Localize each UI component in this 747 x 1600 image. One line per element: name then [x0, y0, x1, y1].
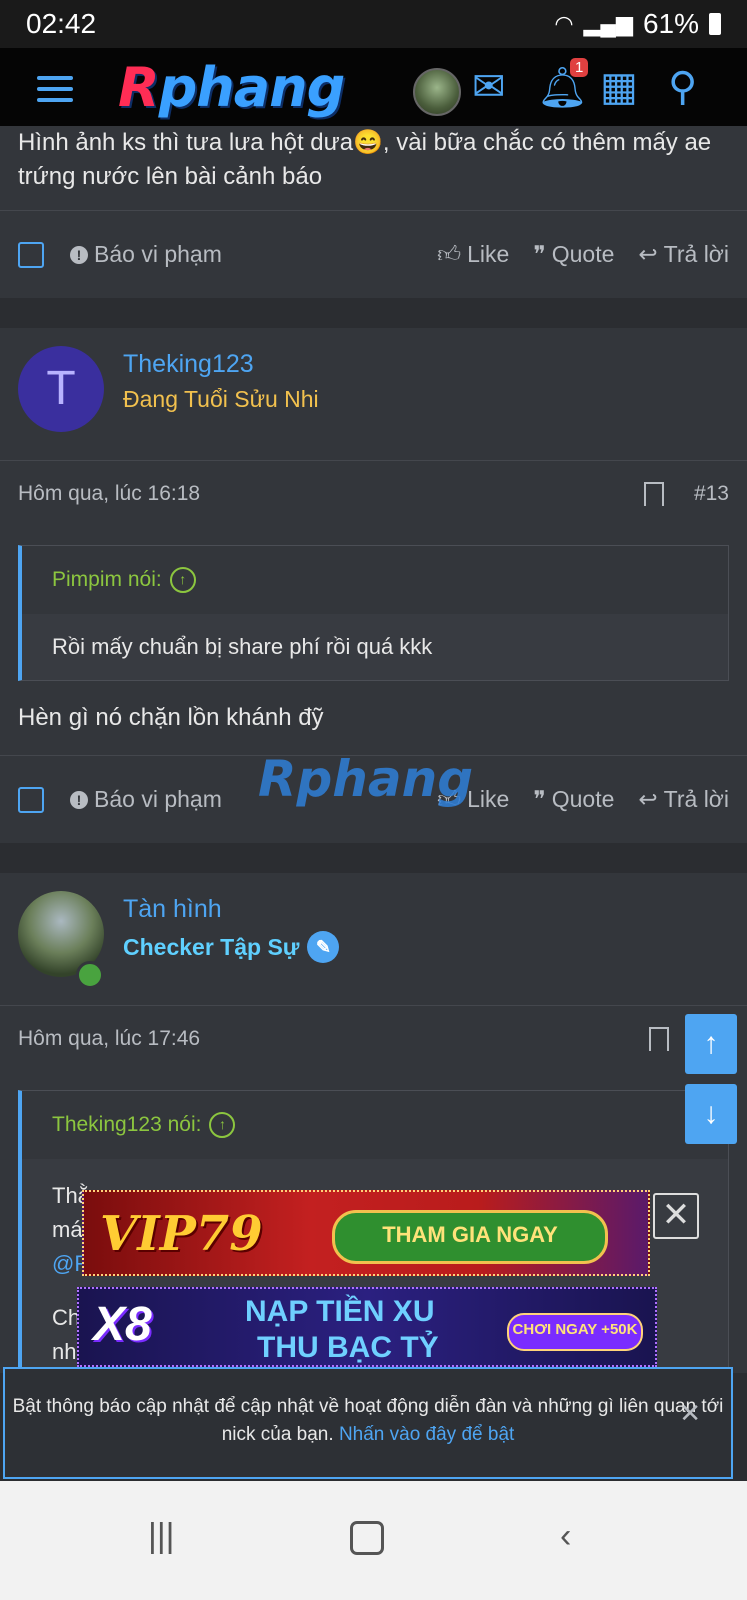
battery-icon — [709, 13, 721, 35]
quote-button[interactable]: ❞ Quote — [533, 786, 614, 813]
top-navbar: Rphang ✉ 🔔︎ 1 ▦ ⚲ — [0, 48, 747, 136]
quote-block: Pimpim nói: ↑ Rồi mấy chuẩn bị share phí… — [18, 545, 729, 681]
push-notification-prompt: Bật thông báo cập nhật để cập nhật về ho… — [3, 1367, 733, 1479]
user-avatar[interactable] — [413, 68, 461, 116]
select-checkbox[interactable] — [18, 241, 44, 268]
reply-button[interactable]: ↩ Trả lời — [638, 241, 729, 268]
store-icon[interactable]: ▦ — [600, 64, 638, 110]
post-actions: ! Báo vi phạm 👍︎ Like ❞ Quote ↩ Trả lời — [0, 210, 747, 298]
bookmark-icon[interactable] — [649, 1027, 669, 1051]
scroll-down-button[interactable]: ↓ — [685, 1084, 737, 1144]
post-time[interactable]: Hôm qua, lúc 16:18 — [18, 482, 200, 506]
post-time[interactable]: Hôm qua, lúc 17:46 — [18, 1027, 200, 1051]
post-number[interactable]: #13 — [694, 482, 729, 506]
post-meta: Hôm qua, lúc 17:46 — [0, 1006, 747, 1072]
x8-logo: X8 — [93, 1298, 152, 1351]
menu-icon[interactable] — [37, 76, 73, 109]
post-meta: Hôm qua, lúc 16:18 #13 — [0, 461, 747, 527]
post-13: T Theking123 Đang Tuổi Sửu Nhi Hôm qua, … — [0, 328, 747, 843]
report-button[interactable]: ! Báo vi phạm — [70, 786, 222, 813]
quote-text: Rồi mấy chuẩn bị share phí rồi quá kkk — [22, 614, 728, 680]
username[interactable]: Tàn hình — [123, 895, 222, 924]
watermark-logo: Rphang — [258, 750, 474, 808]
quote-header[interactable]: Theking123 nói: ↑ — [22, 1091, 728, 1159]
vip79-ad-banner[interactable]: VIP79 THAM GIA NGAY — [82, 1190, 650, 1276]
play-now-button[interactable]: CHƠI NGAY +50K — [507, 1313, 643, 1351]
reply-button[interactable]: ↩ Trả lời — [638, 786, 729, 813]
android-nav-bar: ||| ‹ — [0, 1481, 747, 1600]
post-actions: ! Báo vi phạm 👍︎ Like ❞ Quote ↩ Trả lời Rpha… — [0, 750, 747, 843]
notification-badge: 1 — [570, 58, 589, 77]
thumbs-up-icon: 👍︎ — [437, 240, 462, 267]
report-button[interactable]: ! Báo vi phạm — [70, 241, 222, 268]
alert-icon: ! — [70, 790, 88, 809]
recent-apps-icon[interactable]: ||| — [148, 1517, 175, 1556]
post-body: Hình ảnh ks thì tưa lưa hột dưa😄, vài bữ… — [18, 129, 712, 190]
reply-icon: ↩ — [638, 241, 658, 267]
bookmark-icon[interactable] — [643, 482, 664, 506]
reply-icon: ↩ — [638, 786, 658, 812]
thread-content: Hình ảnh ks thì tưa lưa hột dưa😄, vài bữ… — [0, 126, 747, 1390]
alert-icon: ! — [70, 245, 88, 264]
quote-icon: ❞ — [533, 786, 546, 812]
verified-icon: ✎ — [307, 931, 340, 963]
select-checkbox[interactable] — [18, 786, 44, 813]
user-title: Đang Tuổi Sửu Nhi — [123, 386, 319, 412]
post-author: Tàn hình Checker Tập Sự ✎ — [0, 873, 747, 1006]
post-author: T Theking123 Đang Tuổi Sửu Nhi — [0, 328, 747, 461]
user-title: Checker Tập Sự ✎ — [123, 931, 340, 963]
wifi-icon: ◠ — [554, 11, 574, 36]
ad-headline: NẠP TIỀN XU — [245, 1295, 435, 1328]
ad-subheadline: THU BẠC TỶ — [257, 1331, 439, 1364]
post-body: Hèn gì nó chặn lồn khánh đỹ — [18, 704, 324, 731]
scroll-up-button[interactable]: ↑ — [685, 1014, 737, 1074]
status-icons: ◠ ▂▄▆ 61% — [554, 8, 721, 40]
close-icon[interactable]: ✕ — [679, 1399, 701, 1427]
quote-header[interactable]: Pimpim nói: ↑ — [22, 546, 728, 614]
close-ad-icon[interactable]: ✕ — [653, 1193, 699, 1239]
enable-notifications-link[interactable]: Nhấn vào đây để bật — [339, 1424, 514, 1445]
post-12: Hình ảnh ks thì tưa lưa hột dưa😄, vài bữ… — [0, 126, 747, 298]
quote-button[interactable]: ❞ Quote — [533, 241, 614, 268]
like-button[interactable]: 👍︎ Like — [437, 241, 509, 269]
username[interactable]: Theking123 — [123, 350, 254, 379]
search-icon[interactable]: ⚲ — [668, 64, 697, 110]
x8-ad-banner[interactable]: X8 NẠP TIỀN XU THU BẠC TỶ CHƠI NGAY +50K — [77, 1287, 657, 1367]
arrow-up-circle-icon: ↑ — [209, 1112, 236, 1138]
status-bar: 02:42 ◠ ▂▄▆ 61% — [0, 0, 747, 48]
avatar[interactable]: T — [18, 346, 104, 432]
mail-icon[interactable]: ✉ — [472, 64, 506, 110]
join-now-button[interactable]: THAM GIA NGAY — [332, 1210, 608, 1264]
site-logo[interactable]: Rphang — [118, 56, 345, 119]
quote-icon: ❞ — [533, 241, 546, 267]
back-icon[interactable]: ‹ — [560, 1517, 571, 1556]
home-icon[interactable] — [350, 1521, 384, 1555]
status-time: 02:42 — [26, 8, 97, 39]
battery-level: 61% — [642, 8, 699, 39]
signal-icon: ▂▄▆ — [583, 11, 633, 36]
arrow-up-circle-icon: ↑ — [169, 567, 196, 593]
online-indicator — [76, 961, 104, 989]
vip79-logo: VIP79 — [100, 1206, 263, 1262]
